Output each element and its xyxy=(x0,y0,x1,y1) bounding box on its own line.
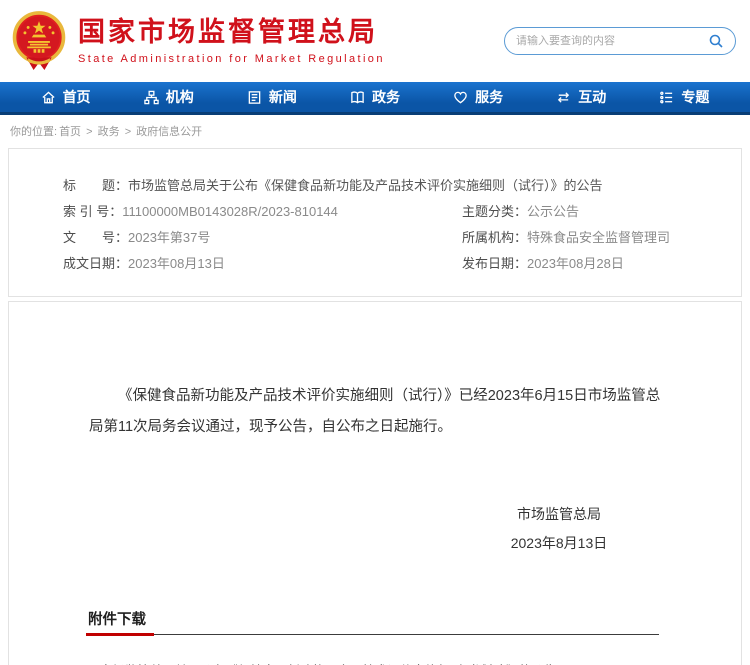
nav-item-home[interactable]: 首页 xyxy=(41,87,91,107)
nav-label: 首页 xyxy=(63,87,91,107)
home-icon xyxy=(41,90,56,105)
meta-index-label: 索 引 号： xyxy=(63,204,122,219)
meta-written-date-label: 成文日期： xyxy=(63,256,128,271)
site-header: 国家市场监督管理总局 State Administration for Mark… xyxy=(0,0,750,82)
news-icon xyxy=(247,90,262,105)
nav-item-gov[interactable]: 政务 xyxy=(350,87,400,107)
org-chart-icon xyxy=(144,90,159,105)
nav-label: 机构 xyxy=(166,87,194,107)
meta-written-date-value: 2023年08月13日 xyxy=(128,256,225,271)
heart-icon xyxy=(453,90,468,105)
meta-org-value: 特殊食品安全监督管理司 xyxy=(527,230,670,245)
national-emblem-logo xyxy=(10,10,68,72)
meta-row-title: 标 题： 市场监管总局关于公布《保健食品新功能及产品技术评价实施细则（试行）》的… xyxy=(63,178,741,193)
nav-label: 互动 xyxy=(578,87,606,107)
announcement-body-panel: 《保健食品新功能及产品技术评价实施细则（试行）》已经2023年6月15日市场监管… xyxy=(8,301,742,665)
nav-item-org[interactable]: 机构 xyxy=(144,87,194,107)
signature-date: 2023年8月13日 xyxy=(469,529,649,558)
nav-label: 专题 xyxy=(681,87,709,107)
meta-title-value: 市场监管总局关于公布《保健食品新功能及产品技术评价实施细则（试行）》的公告 xyxy=(128,178,603,193)
nav-label: 服务 xyxy=(475,87,503,107)
attachment-filename: 市场监管总局关于公布《保健食品新功能及产品技术评价实施细则（试行）》的公告.pd… xyxy=(100,660,577,665)
search-box[interactable] xyxy=(504,27,736,55)
brand-block: 国家市场监督管理总局 State Administration for Mark… xyxy=(78,17,385,64)
topic-list-icon xyxy=(659,90,674,105)
nav-item-topics[interactable]: 专题 xyxy=(659,87,709,107)
attachment-link-pdf[interactable]: 市场监管总局关于公布《保健食品新功能及产品技术评价实施细则（试行）》的公告.pd… xyxy=(86,660,659,665)
nav-item-interact[interactable]: 互动 xyxy=(556,87,606,107)
meta-org-label: 所属机构： xyxy=(462,230,527,245)
attachments-heading: 附件下载 xyxy=(86,608,154,636)
exchange-arrows-icon xyxy=(556,90,571,105)
meta-topic-label: 主题分类： xyxy=(462,204,527,219)
breadcrumb-info-disclosure[interactable]: 政府信息公开 xyxy=(136,126,202,138)
meta-docnum-value: 2023年第37号 xyxy=(128,230,210,245)
meta-row-index: 索 引 号： 11100000MB0143028R/2023-810144 主题… xyxy=(63,204,741,219)
nav-label: 政务 xyxy=(372,87,400,107)
site-title: 国家市场监督管理总局 xyxy=(78,17,385,48)
meta-row-docnum: 文 号： 2023年第37号 所属机构： 特殊食品安全监督管理司 xyxy=(63,230,741,245)
breadcrumb-separator: > xyxy=(86,126,92,138)
gov-book-icon xyxy=(350,90,365,105)
nav-item-service[interactable]: 服务 xyxy=(453,87,503,107)
attachments-section: 附件下载 市场监管总局关于公布《保健食品新功能及产品技术评价实施细则（试行）》的… xyxy=(86,608,659,665)
meta-docnum-label: 文 号： xyxy=(63,230,128,245)
announcement-paragraph: 《保健食品新功能及产品技术评价实施细则（试行）》已经2023年6月15日市场监管… xyxy=(89,381,673,443)
search-icon[interactable] xyxy=(708,33,724,49)
breadcrumb: 你的位置:首页 > 政务 > 政府信息公开 xyxy=(0,115,750,146)
site-subtitle-en: State Administration for Market Regulati… xyxy=(78,53,385,65)
search-input[interactable] xyxy=(516,35,708,47)
main-nav: 首页 机构 新闻 政务 服务 互动 xyxy=(0,82,750,115)
meta-publish-date-value: 2023年08月28日 xyxy=(527,256,624,271)
signature-block: 市场监管总局 2023年8月13日 xyxy=(469,500,649,558)
document-meta-panel: 标 题： 市场监管总局关于公布《保健食品新功能及产品技术评价实施细则（试行）》的… xyxy=(8,148,742,297)
meta-publish-date-label: 发布日期： xyxy=(462,256,527,271)
meta-title-label: 标 题： xyxy=(63,178,128,193)
meta-index-value: 11100000MB0143028R/2023-810144 xyxy=(122,204,338,219)
nav-item-news[interactable]: 新闻 xyxy=(247,87,297,107)
meta-topic-value: 公示公告 xyxy=(527,204,579,219)
signer-name: 市场监管总局 xyxy=(469,500,649,529)
attachments-heading-rule: 附件下载 xyxy=(86,608,659,635)
breadcrumb-prefix: 你的位置: xyxy=(10,126,57,138)
nav-label: 新闻 xyxy=(269,87,297,107)
meta-row-dates: 成文日期： 2023年08月13日 发布日期： 2023年08月28日 xyxy=(63,256,741,271)
breadcrumb-separator: > xyxy=(125,126,131,138)
breadcrumb-home[interactable]: 首页 xyxy=(59,126,81,138)
breadcrumb-gov[interactable]: 政务 xyxy=(98,126,120,138)
